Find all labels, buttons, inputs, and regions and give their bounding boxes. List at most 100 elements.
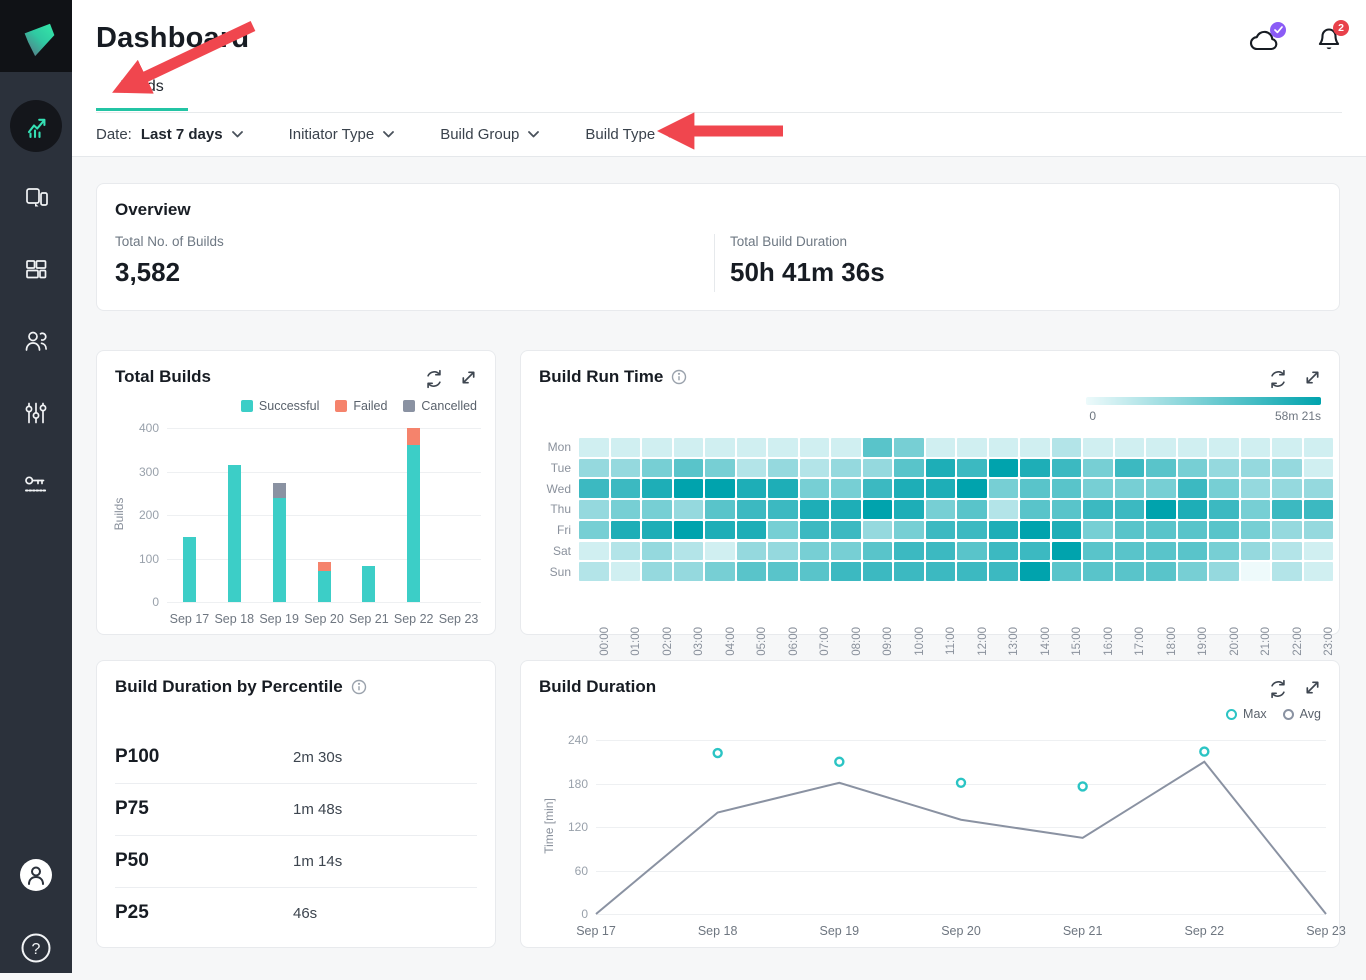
filter-date[interactable]: Date:Last 7 days <box>96 126 243 143</box>
heatmap-cell <box>674 479 704 498</box>
sidebar-item-account[interactable] <box>0 843 72 907</box>
notifications-button[interactable]: 2 <box>1316 26 1342 59</box>
heatmap-cell <box>989 479 1019 498</box>
heatmap-cell <box>1209 438 1239 457</box>
heatmap-cell <box>1146 459 1176 478</box>
heatmap-cell <box>737 459 767 478</box>
heatmap-cell <box>737 542 767 561</box>
filter-build-group[interactable]: Build Group <box>440 126 539 143</box>
heatmap-cell <box>926 521 956 540</box>
heatmap-cell <box>1115 479 1145 498</box>
heatmap-cell <box>926 500 956 519</box>
heatmap-cell <box>863 500 893 519</box>
sidebar-item-help[interactable]: ? <box>0 916 72 980</box>
notification-count-badge: 2 <box>1333 20 1349 36</box>
heatmap-cell <box>1083 562 1113 581</box>
heatmap-cell <box>1178 521 1208 540</box>
heatmap-cell <box>831 542 861 561</box>
heatmap-cell <box>989 438 1019 457</box>
heatmap-cell <box>894 521 924 540</box>
percentile-label: P100 <box>115 746 293 768</box>
layout-icon <box>21 254 51 284</box>
heatmap-cell <box>926 562 956 581</box>
heatmap-cell <box>1272 459 1302 478</box>
heatmap-cell <box>1178 459 1208 478</box>
heatmap-cell <box>831 459 861 478</box>
heatmap-cell <box>863 521 893 540</box>
heatmap-cell <box>1052 479 1082 498</box>
sidebar-item-credentials[interactable] <box>0 453 72 517</box>
bar-successful-sep-21 <box>362 566 375 602</box>
heatmap-cell <box>579 562 609 581</box>
insights-chart-icon <box>21 111 51 141</box>
heatmap-cell <box>1304 521 1334 540</box>
help-icon: ? <box>19 931 53 965</box>
heatmap-cell <box>989 562 1019 581</box>
insights-active-circle <box>10 100 62 152</box>
tab-bar: Builds <box>96 78 1342 113</box>
stat-total-duration: Total Build Duration 50h 41m 36s <box>730 234 885 288</box>
heatmap-cell <box>800 459 830 478</box>
heatmap-cell <box>1304 438 1334 457</box>
heatmap-cell <box>1304 500 1334 519</box>
heatmap-cell <box>705 479 735 498</box>
heatmap-cell <box>611 459 641 478</box>
heatmap-cell <box>989 521 1019 540</box>
heatmap-cell <box>642 542 672 561</box>
heatmap-cell <box>1052 521 1082 540</box>
bar-failed-sep-20 <box>318 562 331 571</box>
heatmap-cell <box>1209 542 1239 561</box>
heatmap-cell <box>894 459 924 478</box>
heatmap-cell <box>1241 479 1271 498</box>
heatmap-cell <box>642 438 672 457</box>
percentile-row-p25: P2546s <box>115 887 477 939</box>
heatmap-cell <box>737 479 767 498</box>
heatmap-cell <box>1178 562 1208 581</box>
chevron-down-icon <box>664 131 675 138</box>
heatmap-cell <box>1052 500 1082 519</box>
heatmap-cell <box>705 562 735 581</box>
heatmap-cell <box>642 459 672 478</box>
build-cache-button[interactable] <box>1248 27 1282 58</box>
heatmap-cell <box>674 438 704 457</box>
heatmap-cell <box>1083 479 1113 498</box>
heatmap-cell <box>1083 521 1113 540</box>
heatmap-cell <box>800 438 830 457</box>
heatmap-cell <box>1052 438 1082 457</box>
bar-successful-sep-18 <box>228 465 241 602</box>
heatmap-cell <box>989 459 1019 478</box>
sliders-icon <box>21 398 51 428</box>
heatmap-cell <box>1272 500 1302 519</box>
chevron-down-icon <box>232 131 243 138</box>
heatmap-cell <box>579 459 609 478</box>
heatmap-cell <box>1304 459 1334 478</box>
heatmap-cell <box>611 562 641 581</box>
sidebar: ? <box>0 0 72 973</box>
percentile-value: 46s <box>293 905 317 922</box>
bar-successful-sep-22 <box>407 445 420 602</box>
app-logo[interactable] <box>0 0 72 72</box>
build-run-time-card: Build Run Time 0 58m 21s MonTueWedThuFri… <box>520 350 1340 635</box>
overview-title: Overview <box>115 200 191 220</box>
heatmap-cell <box>800 542 830 561</box>
heatmap-cell <box>737 562 767 581</box>
heatmap-cell <box>642 521 672 540</box>
sidebar-item-settings[interactable] <box>0 381 72 445</box>
sidebar-item-apps[interactable] <box>0 165 72 229</box>
filter-build-type[interactable]: Build Type <box>585 126 675 143</box>
tab-builds[interactable]: Builds <box>96 78 188 111</box>
sidebar-item-people[interactable] <box>0 309 72 373</box>
heatmap-cell <box>1020 500 1050 519</box>
sidebar-item-insights[interactable] <box>0 94 72 158</box>
heatmap-cell <box>1146 521 1176 540</box>
heatmap-cell <box>737 500 767 519</box>
heatmap-cell <box>1241 542 1271 561</box>
sidebar-item-dashboards[interactable] <box>0 237 72 301</box>
heatmap-cell <box>1020 521 1050 540</box>
cloud-check-badge <box>1270 22 1286 38</box>
heatmap-cell <box>1052 542 1082 561</box>
heatmap-cell <box>705 542 735 561</box>
bar-successful-sep-17 <box>183 537 196 602</box>
filter-initiator-type[interactable]: Initiator Type <box>289 126 395 143</box>
heatmap-cell <box>674 521 704 540</box>
